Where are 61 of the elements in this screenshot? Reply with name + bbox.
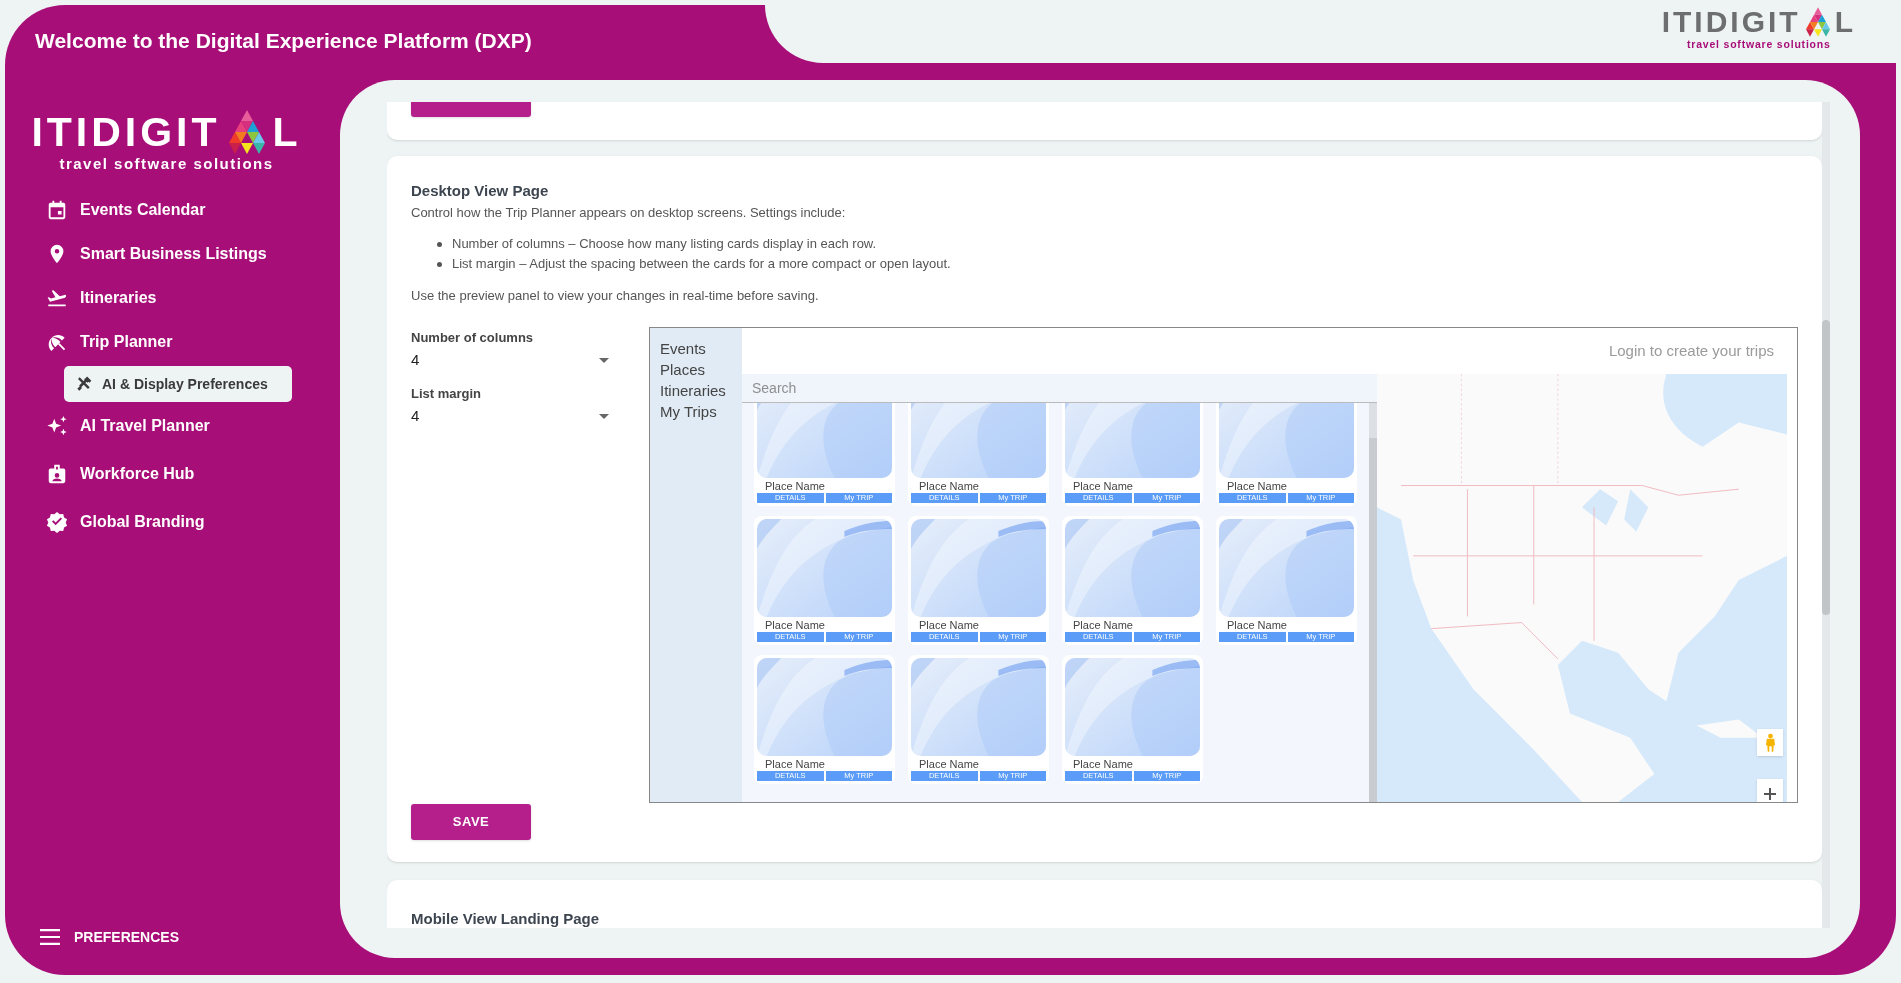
sidebar-item[interactable]: Events Calendar (38, 188, 295, 232)
tools-icon (76, 376, 92, 392)
place-name: Place Name (1226, 479, 1288, 493)
sidebar-item[interactable]: AI Travel Planner (38, 404, 295, 448)
place-name: Place Name (1072, 479, 1134, 493)
airplane-takeoff-icon (46, 287, 68, 309)
zoom-in-button[interactable] (1757, 779, 1783, 802)
bullet-text: Number of columns – Choose how many listing cards display in each row. (452, 235, 877, 253)
preview-nav-link[interactable]: Itineraries (660, 380, 742, 401)
search-field[interactable]: Search (742, 374, 1377, 403)
preview-nav-link[interactable]: Places (660, 359, 742, 380)
place-name: Place Name (918, 757, 980, 771)
save-button[interactable]: SAVE (411, 804, 531, 840)
place-name: Place Name (1226, 618, 1288, 632)
sidebar-subitem[interactable]: AI & Display Preferences (64, 366, 292, 402)
place-name: Place Name (918, 479, 980, 493)
bullet-text: List margin – Adjust the spacing between the cards for a more compact or open layout. (452, 255, 951, 273)
preview-nav-link[interactable]: My Trips (660, 401, 742, 422)
place-name: Place Name (918, 618, 980, 632)
window-title: Welcome to the Digital Experience Platform (DXP) (35, 28, 532, 55)
preview-nav-link[interactable]: Events (660, 338, 742, 359)
logo-wordmark: L (1834, 7, 1856, 37)
sidebar-item[interactable]: Itineraries (38, 276, 295, 320)
logo-tagline: travel software solutions (1687, 37, 1831, 51)
field-label: Number of columns (411, 329, 535, 347)
place-name: Place Name (1072, 618, 1134, 632)
place-name: Place Name (1072, 757, 1134, 771)
note-text: Use the preview panel to view your changes in real-time before saving. (411, 287, 820, 305)
scrollbar[interactable] (1822, 102, 1830, 928)
select-field[interactable]: 4 (411, 347, 621, 375)
calendar-icon (46, 199, 68, 221)
sidebar-item[interactable]: Trip Planner (38, 320, 295, 364)
person-figure-icon (1764, 733, 1776, 752)
sidebar-item[interactable]: Smart Business Listings (38, 232, 295, 276)
id-badge-icon (46, 463, 68, 485)
place-name: Place Name (764, 479, 826, 493)
scrollbar-thumb[interactable] (1822, 320, 1830, 615)
save-button[interactable] (411, 102, 531, 117)
place-name: Place Name (764, 618, 826, 632)
card-title: Mobile View Landing Page (411, 909, 601, 928)
place-name: Place Name (764, 757, 826, 771)
logo-wordmark: ITIDIGIT (31, 110, 221, 154)
verified-badge-icon (46, 511, 68, 533)
caret-down-icon (599, 358, 609, 363)
sidebar-item[interactable]: Global Branding (38, 500, 295, 544)
bullet-icon (437, 261, 442, 267)
card-title: Desktop View Page (411, 181, 550, 201)
logo-wordmark: L (272, 110, 302, 154)
logo-tagline: travel software solutions (59, 154, 274, 174)
field-label: List margin (411, 385, 483, 403)
sparkles-icon (46, 415, 68, 437)
select-field[interactable]: 4 (411, 403, 621, 431)
description-text: Control how the Trip Planner appears on desktop screens. Settings include: (411, 204, 847, 222)
logo-wordmark: ITIDIGIT (1661, 7, 1801, 37)
bullet-icon (437, 241, 442, 247)
caret-down-icon (599, 414, 609, 419)
preferences-menu-button[interactable]: PREFERENCES (38, 919, 180, 955)
street-view-button[interactable] (1757, 729, 1783, 756)
sidebar-item[interactable]: Workforce Hub (38, 452, 295, 496)
plus-icon (1764, 788, 1776, 800)
login-link[interactable]: Login to create your trips (1608, 339, 1774, 363)
